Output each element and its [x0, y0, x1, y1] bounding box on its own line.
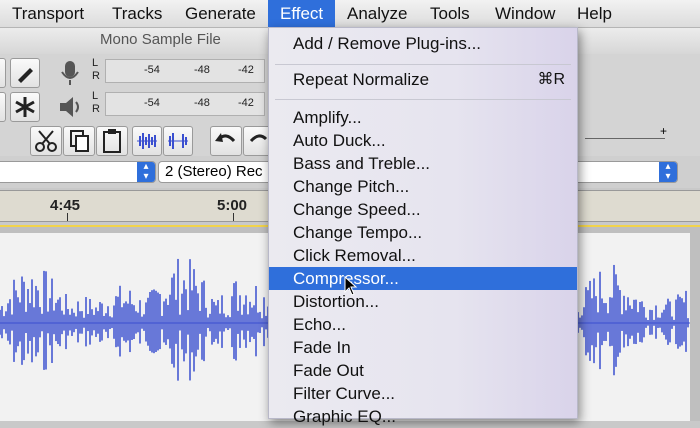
menu-transport[interactable]: Transport [12, 0, 84, 27]
menu-effect[interactable]: Effect [268, 0, 336, 27]
play-meter-r: R [92, 103, 100, 115]
silence-icon [168, 133, 188, 149]
window-title: Mono Sample File [100, 31, 221, 48]
copy-icon [70, 130, 89, 152]
mouse-pointer-icon [344, 275, 358, 301]
menu-item-graphic-eq[interactable]: Graphic EQ... [269, 405, 577, 428]
menu-item-change-pitch[interactable]: Change Pitch... [269, 175, 577, 198]
menu-analyze[interactable]: Analyze [347, 0, 407, 27]
scissors-icon [35, 130, 57, 152]
asterisk-icon [15, 97, 35, 117]
menu-item-amplify[interactable]: Amplify... [269, 106, 577, 129]
menu-separator [275, 64, 571, 65]
play-meter-l: L [92, 90, 99, 102]
rec-meter-r: R [92, 70, 100, 82]
silence-audio-button[interactable] [163, 126, 193, 156]
copy-button[interactable] [63, 126, 95, 156]
menu-item-compressor[interactable]: Compressor... [269, 267, 577, 290]
pencil-icon [18, 68, 33, 83]
meter-tick: -54 [144, 64, 160, 76]
timeline-tick: 5:00 [217, 197, 248, 214]
menu-tracks[interactable]: Tracks [112, 0, 162, 27]
undo-icon [215, 133, 236, 143]
clipboard-icon [103, 129, 121, 153]
timeline-tick: 4:45 [50, 197, 81, 214]
menu-window[interactable]: Window [495, 0, 555, 27]
menu-item-repeat-normalize[interactable]: Repeat Normalize ⌘R [269, 68, 577, 91]
menu-help[interactable]: Help [577, 0, 612, 27]
menu-separator [275, 99, 571, 100]
meter-tick: -48 [194, 64, 210, 76]
paste-button[interactable] [96, 126, 128, 156]
menu-item-click-removal[interactable]: Click Removal... [269, 244, 577, 267]
draw-tool-button[interactable] [10, 58, 40, 88]
speaker-icon[interactable] [55, 92, 85, 127]
menu-item-fade-in[interactable]: Fade In [269, 336, 577, 359]
menu-item-bass-treble[interactable]: Bass and Treble... [269, 152, 577, 175]
undo-button[interactable] [210, 126, 242, 156]
gain-plus-label: + [660, 124, 668, 138]
meter-tick: -48 [194, 97, 210, 109]
channels-value: 2 (Stereo) Rec [165, 163, 263, 180]
cut-button[interactable] [30, 126, 62, 156]
menu-item-distortion[interactable]: Distortion... [269, 290, 577, 313]
menu-tools[interactable]: Tools [430, 0, 470, 27]
meter-tick: -54 [144, 97, 160, 109]
chevron-updown-icon: ▴ ▾ [659, 162, 677, 182]
tool-partial-button[interactable] [0, 58, 6, 88]
menu-item-filter-curve[interactable]: Filter Curve... [269, 382, 577, 405]
tick-mark [233, 213, 234, 221]
menu-item-change-tempo[interactable]: Change Tempo... [269, 221, 577, 244]
menu-generate[interactable]: Generate [185, 0, 256, 27]
meter-tick: -42 [238, 97, 254, 109]
menu-item-change-speed[interactable]: Change Speed... [269, 198, 577, 221]
menu-bar: Transport Tracks Generate Effect Analyze… [0, 0, 700, 28]
multi-tool-button[interactable] [10, 92, 40, 122]
microphone-icon[interactable] [55, 58, 85, 93]
trim-icon [137, 133, 157, 149]
record-meter[interactable]: -54 -48 -42 [105, 59, 265, 83]
rec-meter-l: L [92, 57, 99, 69]
meter-tick: -42 [238, 64, 254, 76]
trim-audio-button[interactable] [132, 126, 162, 156]
gain-slider-track[interactable] [585, 138, 665, 139]
host-select[interactable]: ▴ ▾ [0, 161, 156, 183]
effect-menu: Add / Remove Plug-ins... Repeat Normaliz… [268, 27, 578, 426]
shortcut-label: ⌘R [537, 71, 565, 88]
menu-item-fade-out[interactable]: Fade Out [269, 359, 577, 382]
tick-mark [67, 213, 68, 221]
chevron-updown-icon: ▴ ▾ [137, 162, 155, 182]
tool-partial-button-2[interactable] [0, 92, 6, 122]
menu-item-echo[interactable]: Echo... [269, 313, 577, 336]
menu-item-auto-duck[interactable]: Auto Duck... [269, 129, 577, 152]
menu-item-add-remove-plugins[interactable]: Add / Remove Plug-ins... [269, 32, 577, 55]
playback-meter[interactable]: -54 -48 -42 [105, 92, 265, 116]
